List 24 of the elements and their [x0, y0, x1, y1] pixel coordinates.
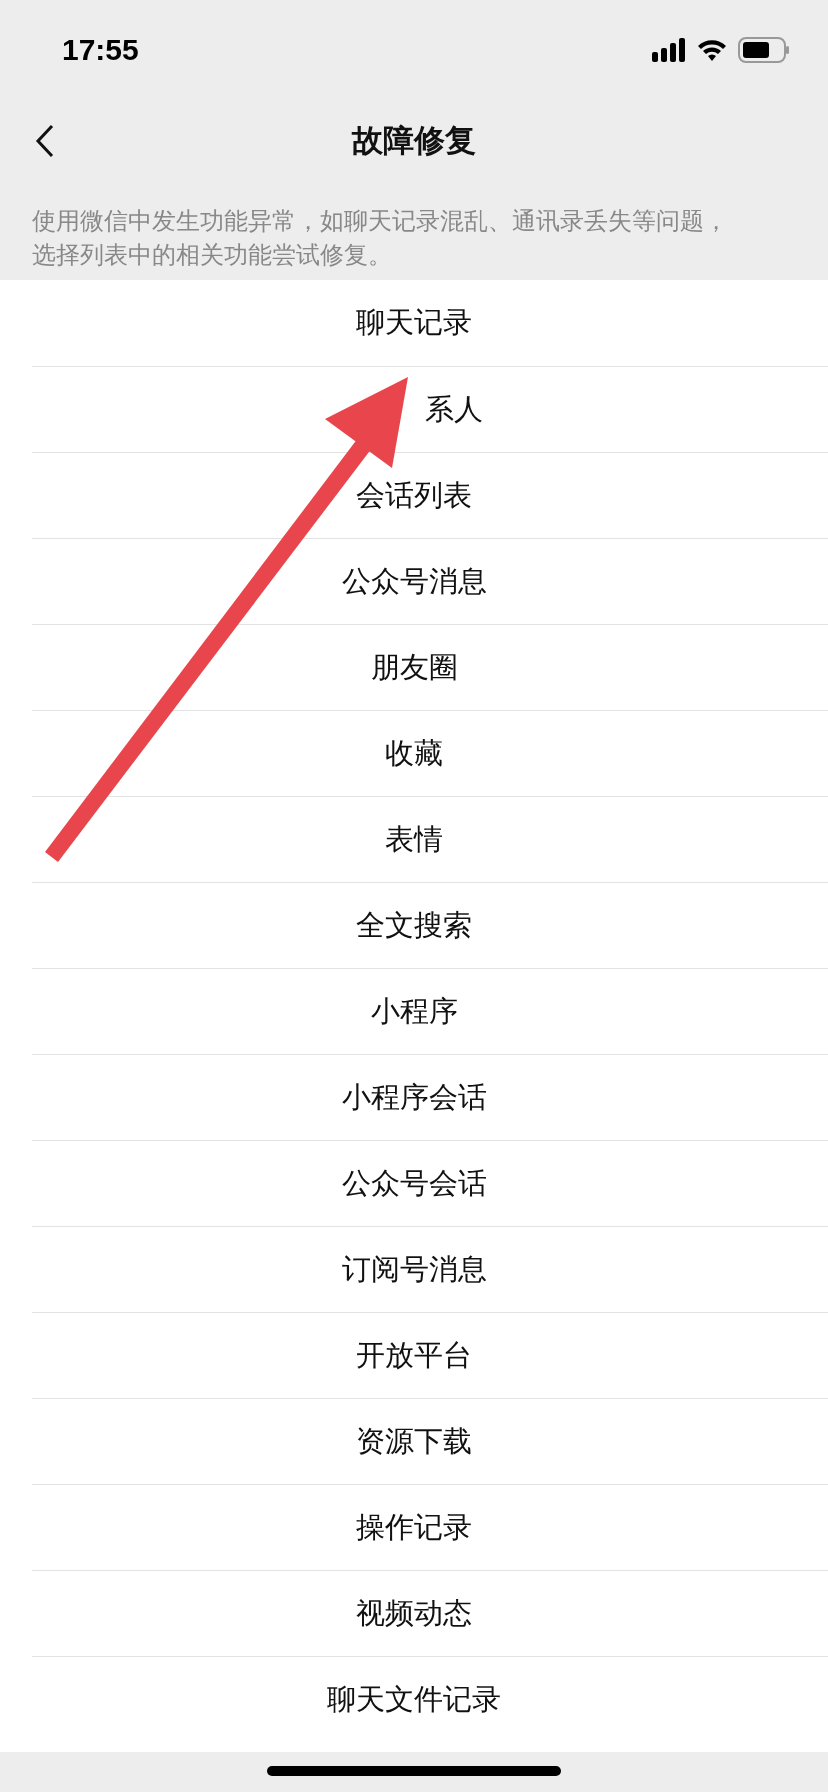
list-item[interactable]: 聊天记录 [356, 303, 472, 343]
wifi-icon [696, 38, 728, 62]
back-icon [35, 124, 55, 158]
status-time: 17:55 [62, 33, 139, 67]
list-item[interactable]: 订阅号消息 [341, 1249, 487, 1290]
list-item[interactable]: 系人 [425, 389, 483, 430]
list-item[interactable]: 操作记录 [356, 1507, 472, 1548]
list-item[interactable]: 收藏 [385, 733, 443, 774]
list-item[interactable]: 公众号消息 [341, 561, 487, 602]
list-item[interactable]: 会话列表 [356, 475, 472, 516]
list-item[interactable]: 开放平台 [356, 1335, 472, 1376]
description-text: 使用微信中发生功能异常，如聊天记录混乱、通讯录丢失等问题，选择列表中的相关功能尝试修复。 [31, 206, 729, 271]
list-item[interactable]: 公众号会话 [341, 1163, 487, 1204]
list-item[interactable]: 资源下载 [356, 1421, 472, 1462]
battery-icon [738, 37, 790, 63]
list-item[interactable]: 朋友圈 [370, 647, 458, 688]
list-item[interactable]: 聊天文件记录 [327, 1679, 501, 1720]
signal-icon [652, 38, 686, 62]
page-title: 故障修复 [352, 121, 476, 160]
list-item[interactable]: 视频动态 [356, 1593, 472, 1634]
list-item[interactable]: 小程序会话 [341, 1077, 487, 1118]
list-item[interactable]: 表情 [385, 819, 443, 860]
list-item[interactable]: 小程序 [370, 991, 458, 1032]
list-item[interactable]: 全文搜索 [356, 905, 472, 946]
